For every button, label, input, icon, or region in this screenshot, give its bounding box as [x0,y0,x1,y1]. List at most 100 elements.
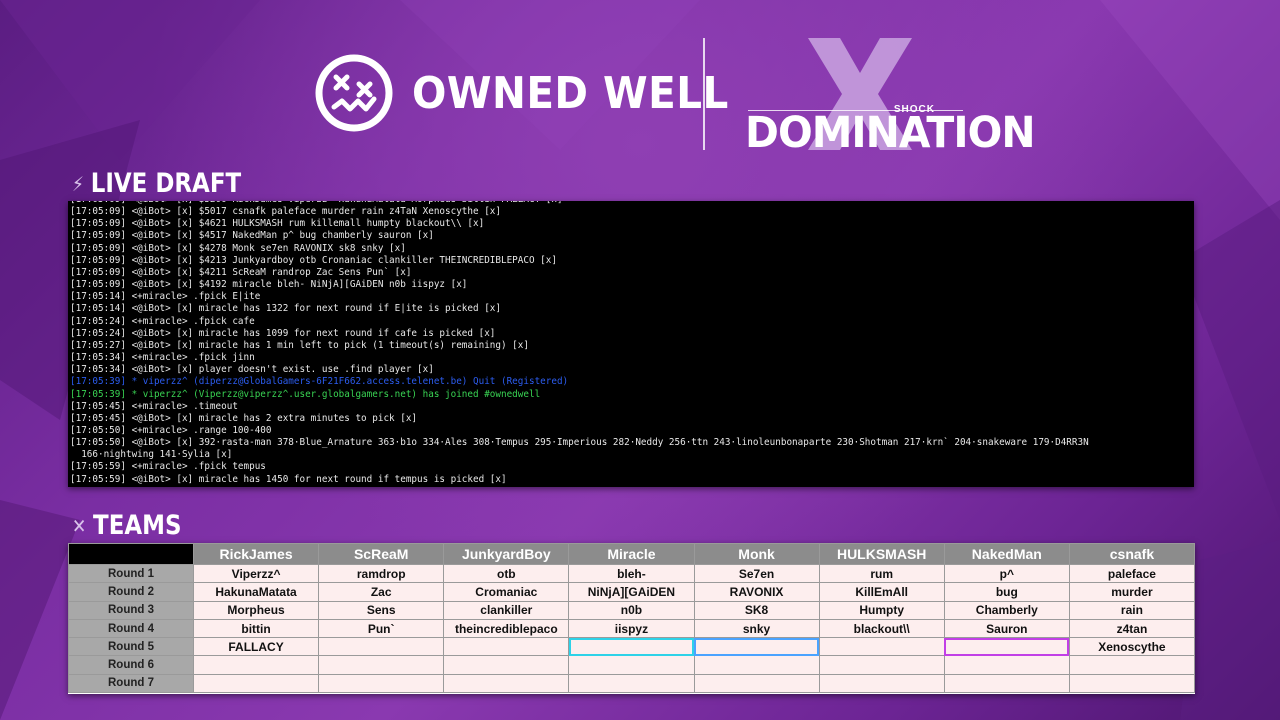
pick-cell[interactable]: NiNjA][GAiDEN [568,582,695,602]
pick-cell[interactable] [443,637,570,657]
pick-cell[interactable]: n0b [568,600,695,620]
pick-cell[interactable] [943,637,1070,657]
pick-cell[interactable] [943,655,1070,675]
pick-cell[interactable] [818,637,945,657]
teams-header-row: RickJames ScReaM JunkyardBoy Miracle Monk HUL… [68,543,1196,565]
team-captain-header: Miracle [568,543,695,565]
pick-cell[interactable]: Sauron [943,618,1070,639]
pick-cell[interactable]: rum [818,563,945,584]
round-label: Round 7 [68,673,194,694]
lightning-icon: ⚡ [72,171,84,196]
pick-cell[interactable] [1068,673,1196,694]
round-row: Round 2 HakunaMatata Zac Cromaniac NiNjA][GA… [68,582,1196,602]
pick-cell[interactable]: ramdrop [318,563,445,584]
chat-line: [17:05:09] <@iBot> [x] $4517 NakedMan p^… [70,230,434,242]
pick-cell[interactable]: snky [693,618,820,639]
pick-cell[interactable]: Cromaniac [443,582,570,602]
chat-line: [17:05:39] * viperzz^ (Viperzz@viperzz^.… [70,388,541,400]
pick-cell[interactable]: Se7en [693,563,820,584]
pick-cell[interactable]: iispyz [568,618,695,639]
pick-cell[interactable]: bleh- [568,563,695,584]
pick-cell[interactable]: bittin [192,618,320,639]
chat-line: [17:05:14] <+miracle> .fpick E|ite [70,291,261,303]
pick-cell[interactable]: RAVONIX [693,582,820,602]
chat-line: [17:05:09] <@iBot> [x] $4211 ScReaM rand… [70,266,412,278]
pick-cell[interactable]: Sens [318,600,445,620]
chat-line: [17:05:09] <@iBot> [x] $5017 csnafk pale… [70,206,501,218]
round-row: Round 1 Viperzz^ ramdrop otb bleh- Se7en rum p^… [68,563,1196,584]
header-divider [703,38,705,150]
pick-cell[interactable]: SK8 [693,600,820,620]
pick-cell[interactable]: Chamberly [943,600,1070,620]
pick-cell[interactable]: Viperzz^ [192,563,320,584]
round-row: Round 5 FALLACY Xenoscythe [68,637,1196,657]
team-captain-header: HULKSMASH [818,543,945,565]
pick-cell[interactable] [568,655,695,675]
chat-line: 166·nightwing 141·Sylia [x] [70,449,233,461]
team-captain-header: csnafk [1068,543,1196,565]
pick-cell[interactable]: Zac [318,582,445,602]
chat-line: [17:05:27] <@iBot> [x] miracle has 1 min… [70,339,529,351]
round-label: Round 3 [68,600,194,620]
pick-cell[interactable]: FALLACY [192,637,320,657]
pick-cell[interactable] [192,655,320,675]
pick-cell[interactable] [318,673,445,694]
pick-cell[interactable] [818,655,945,675]
corner-cell [68,543,194,565]
chat-line: [17:05:14] <@iBot> [x] miracle has 1322 … [70,303,501,315]
pick-cell[interactable]: Morpheus [192,600,320,620]
pick-cell[interactable] [568,637,695,657]
pick-cell[interactable] [318,655,445,675]
pick-cell[interactable] [693,673,820,694]
teams-heading: ✕ TEAMS [72,510,182,541]
chat-line: [17:05:45] <+miracle> .timeout [70,400,238,412]
pick-cell[interactable] [192,673,320,694]
pick-cell[interactable]: KillEmAll [818,582,945,602]
round-label: Round 2 [68,582,194,602]
pick-cell[interactable] [693,637,820,657]
pick-cell[interactable]: clankiller [443,600,570,620]
pick-cell[interactable]: murder [1068,582,1196,602]
pick-cell[interactable] [443,655,570,675]
pick-cell[interactable]: theincrediblepaco [443,618,570,639]
pick-cell[interactable]: blackout\\ [818,618,945,639]
team-captain-header: JunkyardBoy [443,543,570,565]
pick-cell[interactable]: paleface [1068,563,1196,584]
team-captain-header: ScReaM [318,543,445,565]
pick-cell[interactable]: HakunaMatata [192,582,320,602]
pick-cell[interactable]: rain [1068,600,1196,620]
pick-cell[interactable]: Pun` [318,618,445,639]
pick-cell[interactable]: p^ [943,563,1070,584]
round-row: Round 7 [68,673,1196,694]
chat-line: [17:05:34] <@iBot> [x] player doesn't ex… [70,364,434,376]
team-captain-header: NakedMan [943,543,1070,565]
pick-cell[interactable] [943,673,1070,694]
chat-line: [17:05:09] <@iBot> [x] $4621 HULKSMASH r… [70,218,485,230]
pick-cell[interactable]: Xenoscythe [1068,637,1196,657]
domination-title: DOMINATION [745,108,1036,158]
chat-line: [17:05:45] <@iBot> [x] miracle has 2 ext… [70,412,418,424]
pick-cell[interactable] [693,655,820,675]
dizzy-face-icon [315,54,393,132]
chat-line: [17:05:39] * viperzz^ (diperzz@GlobalGam… [70,376,569,388]
draft-chat-log[interactable]: [17:05:09] <@iBot> [x] $5200 RickJames V… [68,201,1194,487]
team-captain-header: Monk [693,543,820,565]
owned-well-logo: OWNED WELL [314,53,756,133]
chat-line: [17:05:24] <@iBot> [x] miracle has 1099 … [70,327,496,339]
pick-cell[interactable] [318,637,445,657]
pick-cell[interactable]: z4tan [1068,618,1196,639]
pick-cell[interactable]: Humpty [818,600,945,620]
pick-cell[interactable] [568,673,695,694]
shock-domination-logo: SHOCK DOMINATION [745,38,1036,155]
chat-line: [17:05:59] <@iBot> [x] miracle has 1450 … [70,473,507,485]
chat-line: [17:05:34] <+miracle> .fpick jinn [70,352,255,364]
pick-cell[interactable] [818,673,945,694]
pick-cell[interactable] [443,673,570,694]
round-label: Round 4 [68,618,194,639]
pick-cell[interactable]: bug [943,582,1070,602]
round-label: Round 5 [68,637,194,657]
round-label: Round 6 [68,655,194,675]
pick-cell[interactable]: otb [443,563,570,584]
chat-line: [17:05:24] <+miracle> .fpick cafe [70,315,255,327]
pick-cell[interactable] [1068,655,1196,675]
